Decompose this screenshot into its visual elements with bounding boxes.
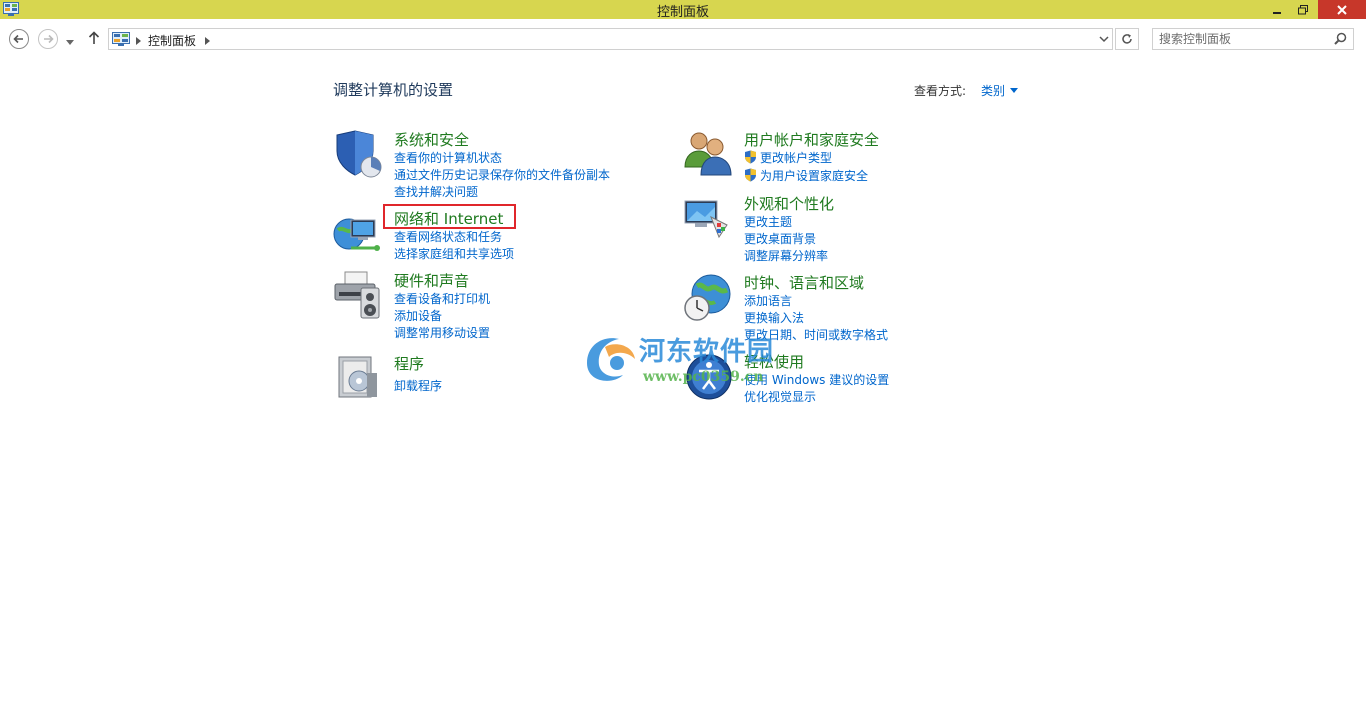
category-link[interactable]: 为用户设置家庭安全 [744,167,868,184]
category-link[interactable]: 更改帐户类型 [744,149,832,166]
search-input[interactable] [1159,31,1329,47]
arrow-right-icon [44,34,54,44]
search-icon[interactable] [1334,32,1347,48]
up-button[interactable] [88,31,100,48]
recent-locations-dropdown[interactable] [66,35,74,49]
restore-button[interactable] [1290,0,1316,19]
category-link[interactable]: 更换输入法 [744,309,804,326]
category-link-label[interactable]: 更改帐户类型 [760,151,832,165]
title-bar: 控制面板 [0,0,1366,20]
category-link[interactable]: 更改桌面背景 [744,230,816,247]
globe-clock-icon[interactable] [683,272,733,322]
refresh-icon [1122,34,1132,44]
category-link[interactable]: 添加语言 [744,292,792,309]
watermark-logo-icon [583,333,639,388]
category-title[interactable]: 程序 [394,353,424,374]
view-by-label: 查看方式: [914,84,967,98]
view-by-dropdown[interactable]: 类别 [981,82,1019,99]
breadcrumb-separator-icon[interactable] [205,34,210,48]
uac-shield-icon [744,150,757,167]
breadcrumb-separator-icon[interactable] [136,34,141,48]
close-icon [1337,4,1347,15]
watermark-text: 河东软件园 [639,337,775,367]
category-title[interactable]: 时钟、语言和区域 [744,272,864,293]
arrow-left-icon [13,34,23,44]
page-title: 调整计算机的设置 [333,81,454,99]
category-title[interactable]: 硬件和声音 [394,270,469,291]
forward-button[interactable] [38,29,58,49]
network-globe-icon[interactable] [333,208,383,258]
category-title[interactable]: 用户帐户和家庭安全 [744,129,879,150]
category-title[interactable]: 外观和个性化 [744,193,834,214]
address-history-dropdown[interactable] [1099,33,1109,48]
category-link[interactable]: 调整常用移动设置 [394,324,490,341]
category-link[interactable]: 查看你的计算机状态 [394,149,502,166]
category-link[interactable]: 选择家庭组和共享选项 [394,245,514,262]
category-link[interactable]: 更改主题 [744,213,792,230]
control-panel-icon [112,32,130,50]
category-link[interactable]: 添加设备 [394,307,442,324]
users-icon[interactable] [683,129,733,179]
view-by-value[interactable]: 类别 [981,82,1005,99]
minimize-button[interactable] [1264,0,1290,19]
category-link[interactable]: 查看设备和打印机 [394,290,490,307]
category-link[interactable]: 卸载程序 [394,377,442,394]
uac-shield-icon [744,168,757,185]
search-box[interactable] [1152,28,1354,50]
category-link[interactable]: 通过文件历史记录保存你的文件备份副本 [394,166,610,183]
watermark: 河东软件园 www.pc0359.cn [583,329,793,389]
monitor-palette-icon[interactable] [683,193,733,243]
category-link-label[interactable]: 为用户设置家庭安全 [760,169,868,183]
shield-chart-icon[interactable] [333,129,383,179]
programs-box-icon[interactable] [333,353,383,403]
address-bar[interactable]: 控制面板 [108,28,1113,50]
breadcrumb-control-panel[interactable]: 控制面板 [148,32,196,49]
chevron-down-icon [66,40,74,45]
window-title: 控制面板 [656,5,709,20]
close-button[interactable] [1318,0,1366,19]
watermark-url: www.pc0359.cn [643,369,764,385]
navigation-bar: 控制面板 [0,19,1366,59]
category-link[interactable]: 查看网络状态和任务 [394,228,502,245]
chevron-down-icon [1010,88,1019,93]
back-button[interactable] [9,29,29,49]
refresh-button[interactable] [1115,28,1139,50]
highlight-annotation [383,204,516,229]
category-title[interactable]: 系统和安全 [394,129,469,150]
arrow-up-icon [88,31,100,44]
category-link[interactable]: 优化视觉显示 [744,388,816,405]
category-link[interactable]: 调整屏幕分辨率 [744,247,828,264]
category-link[interactable]: 查找并解决问题 [394,183,478,200]
chevron-down-icon [1099,36,1109,43]
printer-speaker-icon[interactable] [333,270,383,320]
